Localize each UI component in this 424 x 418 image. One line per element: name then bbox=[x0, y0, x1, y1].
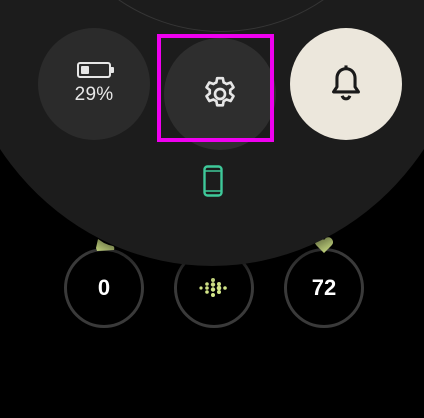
selection-highlight bbox=[157, 34, 274, 142]
heart-rate-complication[interactable]: 72 bbox=[284, 248, 364, 328]
watch-screen: 0 72 29% bbox=[0, 0, 424, 418]
heart-rate-value: 72 bbox=[311, 275, 337, 300]
steps-value: 0 bbox=[97, 275, 111, 300]
battery-icon bbox=[77, 62, 114, 78]
battery-tile[interactable]: 29% bbox=[38, 28, 150, 140]
battery-percent: 29% bbox=[74, 84, 114, 105]
fitbit-logo-icon bbox=[199, 278, 227, 297]
notifications-button[interactable] bbox=[290, 28, 402, 140]
phone-icon[interactable] bbox=[203, 165, 223, 197]
bell-icon bbox=[332, 65, 360, 101]
steps-complication[interactable]: 0 bbox=[64, 248, 144, 328]
